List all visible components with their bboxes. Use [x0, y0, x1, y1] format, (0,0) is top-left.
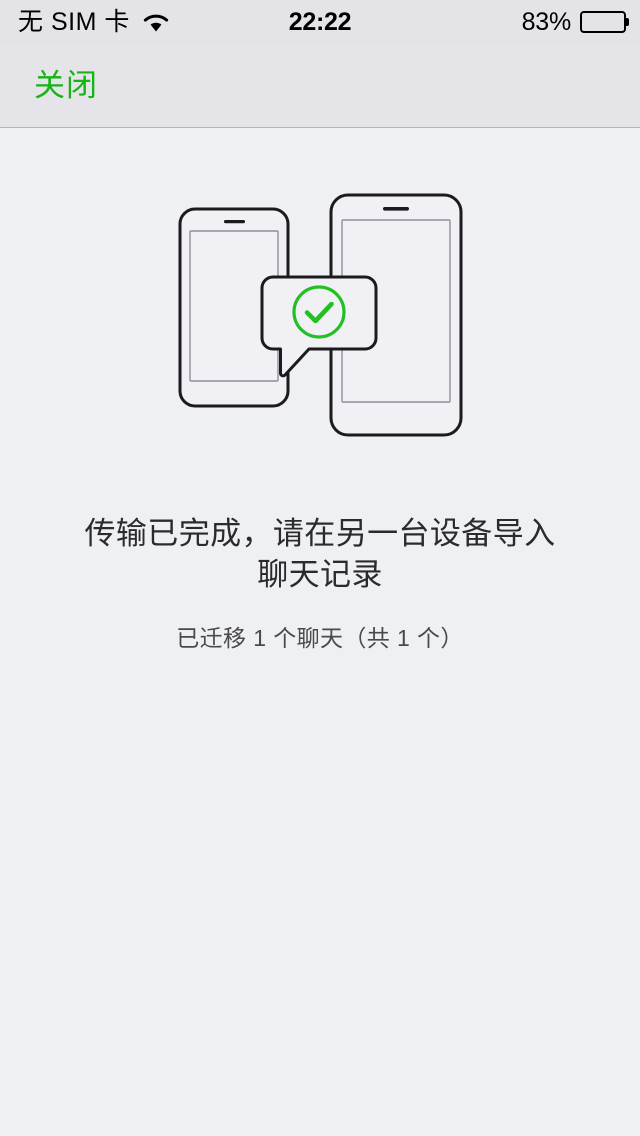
- navigation-bar: 关闭: [0, 44, 640, 128]
- status-bar-left: 无 SIM 卡: [18, 7, 170, 36]
- clock-label: 22:22: [288, 7, 352, 36]
- battery-icon: [580, 11, 629, 33]
- close-button[interactable]: 关闭: [34, 70, 98, 101]
- headline-line-1: 传输已完成，请在另一台设备导入: [84, 516, 556, 551]
- status-bar: 无 SIM 卡 22:22 83%: [0, 0, 640, 44]
- status-bar-right: 83%: [521, 7, 629, 37]
- headline: 传输已完成，请在另一台设备导入 聊天记录: [48, 514, 593, 596]
- main-content: 传输已完成，请在另一台设备导入 聊天记录 已迁移 1 个聊天（共 1 个）: [0, 129, 640, 1136]
- wifi-icon: [142, 12, 170, 33]
- carrier-label: 无 SIM 卡: [18, 7, 130, 36]
- message-block: 传输已完成，请在另一台设备导入 聊天记录 已迁移 1 个聊天（共 1 个）: [0, 514, 640, 654]
- two-phones-transfer-complete-illustration: [0, 189, 640, 449]
- headline-line-2: 聊天记录: [257, 556, 383, 592]
- battery-percent-label: 83%: [521, 7, 572, 36]
- migration-count-label: 已迁移 1 个聊天（共 1 个）: [176, 624, 464, 651]
